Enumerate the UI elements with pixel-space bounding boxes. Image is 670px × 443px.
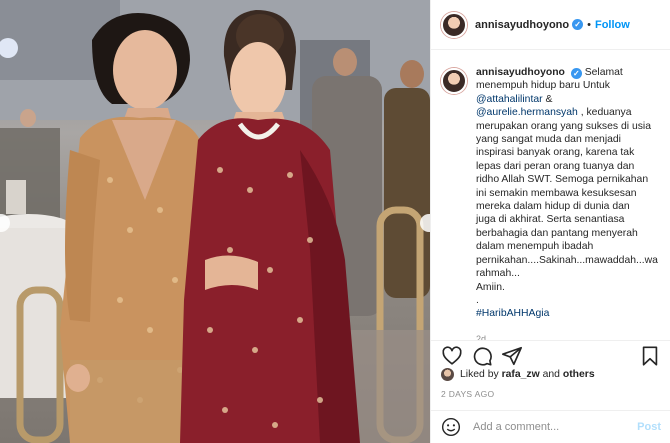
caption-line: pernikahan....Sakinah...mawaddah...wa xyxy=(476,254,658,266)
post-comment-button[interactable]: Post xyxy=(637,421,661,433)
caption-line: lepas dari peran orang tuanya dan xyxy=(476,160,635,172)
comment-icon[interactable] xyxy=(471,345,493,367)
caption-avatar[interactable] xyxy=(441,68,467,94)
caption-line: rahmah... xyxy=(476,268,520,280)
send-icon[interactable] xyxy=(501,345,523,367)
verified-badge-icon: ✓ xyxy=(572,19,584,30)
caption-line: . xyxy=(476,294,479,306)
likes-prefix: Liked by xyxy=(460,369,499,380)
caption-username[interactable]: annisayudhoyono xyxy=(476,67,565,78)
bookmark-icon[interactable] xyxy=(639,345,661,367)
avatar[interactable] xyxy=(441,11,467,38)
caption-text: annisayudhoyono ✓ Selamat menempuh hidup… xyxy=(476,66,661,340)
post-header: annisayudhoyono ✓ • Follow xyxy=(431,0,670,50)
caption-verified-icon: ✓ xyxy=(570,68,582,80)
caption-line: , keduanya xyxy=(577,107,632,119)
post-username[interactable]: annisayudhoyono xyxy=(475,19,569,31)
caption-line: Amiin. xyxy=(476,281,505,293)
post-photo[interactable] xyxy=(0,0,430,443)
heart-icon[interactable] xyxy=(441,345,463,367)
caption-line: juga di akhirat. Serta senantiasa xyxy=(476,214,625,226)
mention-link[interactable]: @attahalilintar xyxy=(476,94,543,105)
caption-line: Selamat xyxy=(584,67,623,78)
likes-others-link[interactable]: others xyxy=(563,369,595,380)
caption-line: inspirasi banyak orang, karena tak xyxy=(476,147,635,159)
post-side-panel: annisayudhoyono ✓ • Follow annisayudhoyo… xyxy=(430,0,670,443)
caption-line: ini semakin membawa kesuksesan xyxy=(476,187,637,199)
caption-line: dalam menempuh ibadah xyxy=(476,241,594,253)
caption-time-ago: 2d xyxy=(476,333,487,340)
post-timestamp: 2 DAYS AGO xyxy=(441,389,495,399)
caption-line: yang sangat muda dan menjadi xyxy=(476,134,621,146)
caption-line: merupakan orang yang sukses di usia xyxy=(476,120,652,132)
caption-line: & xyxy=(542,93,553,105)
liker-username[interactable]: rafa_zw xyxy=(502,369,540,380)
comment-input[interactable] xyxy=(473,421,638,433)
likes-middle: and xyxy=(542,369,560,380)
liker-avatar[interactable] xyxy=(441,368,454,381)
separator-dot: • xyxy=(587,18,591,31)
hashtag-link[interactable]: #HaribAHHAgia xyxy=(476,307,661,320)
wedding-photo-illustration xyxy=(0,0,430,443)
follow-button[interactable]: Follow xyxy=(595,19,630,31)
caption-line: berbahagia dan pantang menyerah xyxy=(476,227,638,239)
comment-bar: Post xyxy=(431,410,670,443)
caption-line: menempuh hidup baru Untuk xyxy=(476,80,611,92)
emoji-icon[interactable] xyxy=(441,417,461,437)
caption-line: ridho Allah SWT. Semoga pernikahan xyxy=(476,174,649,186)
caption-section: annisayudhoyono ✓ Selamat menempuh hidup… xyxy=(431,50,670,340)
likes-summary: Liked by rafa_zw and others xyxy=(441,368,595,381)
mention-link[interactable]: @aurelie.hermansyah xyxy=(476,107,578,118)
caption-line: mereka dalam hidup di dunia dan xyxy=(476,201,630,213)
action-bar xyxy=(431,340,670,370)
